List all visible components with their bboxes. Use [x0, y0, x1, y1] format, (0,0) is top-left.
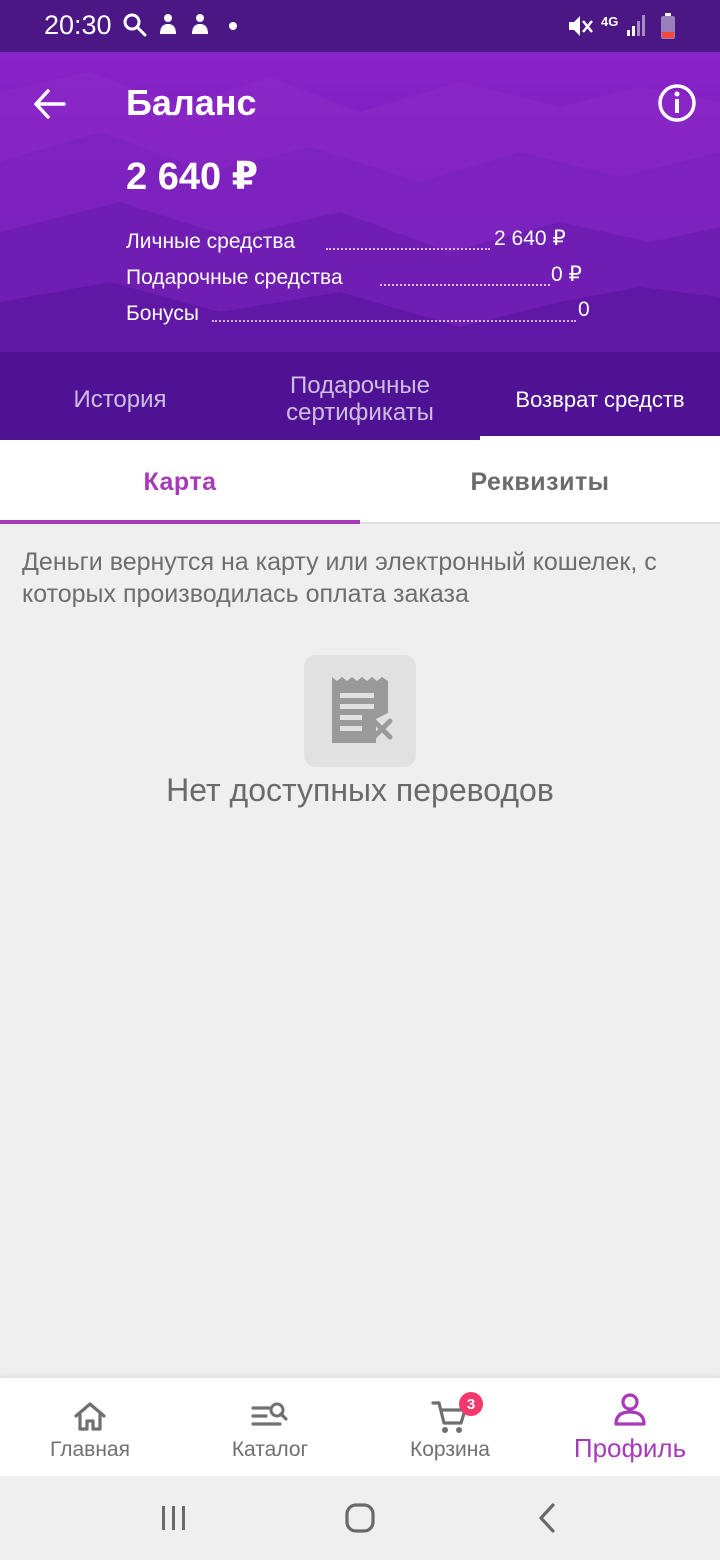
nav-catalog[interactable]: Каталог: [180, 1378, 360, 1476]
breakdown-row-personal: Личные средства 2 640 ₽: [126, 226, 586, 256]
home-button-icon[interactable]: [338, 1496, 382, 1540]
bottom-navigation: Главная Каталог 3 Корзина Профиль: [0, 1378, 720, 1476]
breakdown-label: Подарочные средства: [126, 266, 343, 289]
tab-refund[interactable]: Возврат средств: [480, 358, 720, 440]
nav-profile[interactable]: Профиль: [540, 1378, 720, 1476]
info-icon[interactable]: [656, 82, 698, 124]
back-button-icon[interactable]: [526, 1496, 570, 1540]
profile-icon: [614, 1393, 646, 1426]
nav-label: Главная: [50, 1438, 130, 1461]
nav-label: Корзина: [410, 1438, 490, 1461]
nav-home[interactable]: Главная: [0, 1378, 180, 1476]
search-icon: [123, 13, 147, 37]
tab-requisites[interactable]: Реквизиты: [360, 440, 720, 524]
breakdown-label: Бонусы: [126, 302, 199, 325]
breakdown-value: 0: [578, 298, 590, 321]
receipt-cancel-icon: [332, 677, 393, 743]
mute-icon: [569, 16, 593, 36]
refund-method-tabs: Карта Реквизиты: [0, 440, 720, 524]
network-type: 4G: [601, 14, 619, 29]
breakdown-value: 2 640 ₽: [494, 227, 566, 250]
leader-dots: [326, 248, 490, 250]
balance-header: 20:30 4G Баланс 2 640 ₽ Личные средства …: [0, 0, 720, 440]
home-icon: [74, 1402, 106, 1431]
recent-apps-icon[interactable]: [152, 1496, 196, 1540]
status-time: 20:30: [44, 10, 112, 40]
more-notifications-dot-icon: [229, 22, 237, 30]
breakdown-row-bonus: Бонусы 0: [126, 298, 596, 328]
back-arrow-icon[interactable]: [28, 82, 72, 126]
nav-cart[interactable]: 3 Корзина: [360, 1378, 540, 1476]
signal-icon: [627, 15, 645, 36]
status-bar: 20:30 4G: [0, 0, 720, 52]
leader-dots: [212, 320, 576, 322]
empty-state-icon-box: [304, 655, 416, 767]
balance-tabs: История Подарочные сертификаты Возврат с…: [0, 358, 720, 440]
tab-history[interactable]: История: [0, 358, 240, 440]
nav-label: Профиль: [573, 1433, 687, 1463]
nav-label: Каталог: [231, 1438, 309, 1461]
notification-app-icon: [192, 14, 208, 34]
breakdown-label: Личные средства: [126, 230, 296, 253]
notification-app-icon: [160, 14, 176, 34]
active-subtab-indicator: [0, 520, 360, 524]
refund-description: Деньги вернутся на карту или электронный…: [22, 548, 657, 608]
leader-dots: [380, 284, 550, 286]
battery-icon: [661, 13, 675, 39]
cart-badge: 3: [459, 1392, 483, 1416]
page-title: Баланс: [126, 82, 257, 123]
breakdown-value: 0 ₽: [551, 263, 582, 286]
system-navigation-bar: [0, 1476, 720, 1560]
tab-card[interactable]: Карта: [0, 440, 360, 524]
balance-amount: 2 640 ₽: [126, 156, 259, 198]
breakdown-row-gift: Подарочные средства 0 ₽: [126, 262, 586, 292]
tab-gift-certificates[interactable]: Подарочные сертификаты: [250, 358, 470, 440]
catalog-search-icon: [251, 1402, 288, 1426]
empty-state-text: Нет доступных переводов: [166, 772, 554, 808]
